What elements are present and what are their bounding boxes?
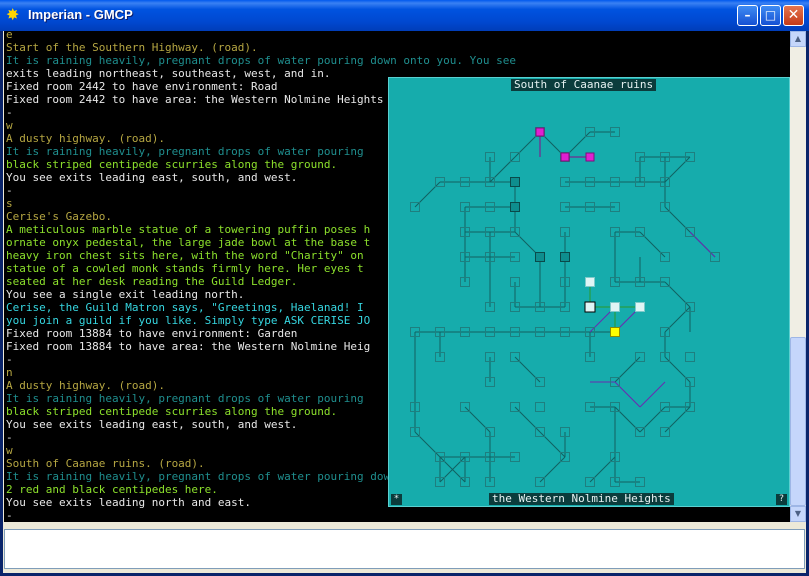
map-room[interactable] [510, 177, 520, 187]
console-line: you join a guild if you like. Simply typ… [6, 314, 371, 327]
mapper-panel[interactable]: South of Caanae ruins * the Western Nolm… [388, 77, 790, 507]
console-line: It is raining heavily, pregnant drops of… [6, 145, 364, 158]
map-room[interactable] [560, 152, 570, 162]
console-line: You see exits leading north and east. [6, 496, 252, 509]
console-line: statue of a cowled monk stands firmly he… [6, 262, 364, 275]
map-area-name: the Western Nolmine Heights [489, 493, 674, 505]
map-room[interactable] [535, 402, 545, 412]
map-exit-link [614, 406, 641, 433]
scroll-down-icon[interactable]: ▼ [790, 506, 806, 522]
window-title: Imperian - GMCP [28, 7, 133, 22]
console-line: Fixed room 13884 to have environment: Ga… [6, 327, 298, 340]
minimize-button[interactable]: – [737, 5, 758, 26]
console-line: black striped centipede scurries along t… [6, 405, 338, 418]
map-exit-link [664, 356, 691, 383]
console-line: ornate onyx pedestal, the large jade bow… [6, 236, 371, 249]
map-exit-link [414, 181, 441, 208]
console-line: A dusty highway. (road). [6, 132, 165, 145]
map-exit-link [664, 306, 691, 333]
console-line: exits leading northeast, southeast, west… [6, 67, 331, 80]
console-line: n [6, 366, 13, 379]
map-exit-link [664, 281, 691, 308]
console-line: A dusty highway. (road). [6, 379, 165, 392]
console-line: w [6, 119, 13, 132]
console-line: It is raining heavily, pregnant drops of… [6, 392, 364, 405]
map-exit-link [614, 356, 641, 383]
console-line: - [6, 184, 13, 197]
map-room[interactable] [535, 127, 545, 137]
console-line: You see a single exit leading north. [6, 288, 245, 301]
map-room[interactable] [585, 152, 595, 162]
map-room[interactable] [635, 302, 645, 312]
scroll-up-icon[interactable]: ▲ [790, 31, 806, 47]
console-line: Start of the Southern Highway. (road). [6, 41, 258, 54]
console-line: heavy iron chest sits here, with the wor… [6, 249, 364, 262]
console-line: w [6, 444, 13, 457]
console-line: - [6, 106, 13, 119]
map-room[interactable] [685, 352, 695, 362]
close-button[interactable]: ✕ [783, 5, 804, 26]
map-room[interactable] [510, 202, 520, 212]
console-line: Cerise's Gazebo. [6, 210, 112, 223]
map-help-button[interactable]: ? [776, 494, 787, 505]
console-line: Fixed room 2442 to have environment: Roa… [6, 80, 278, 93]
map-exit-link [539, 456, 566, 483]
map-room[interactable] [585, 277, 595, 287]
console-line: You see exits leading east, south, and w… [6, 171, 298, 184]
console-line: s [6, 197, 13, 210]
map-room[interactable] [535, 252, 545, 262]
client-area: e Start of the Southern Highway. (road). I… [3, 31, 806, 573]
map-room[interactable] [610, 302, 620, 312]
app-window: ✸ Imperian - GMCP – □ ✕ e Start of the So… [0, 0, 809, 576]
map-exit-link [689, 231, 716, 258]
imperian-icon: ✸ [6, 5, 20, 24]
map-room[interactable] [584, 301, 596, 313]
console-line: e [6, 31, 13, 41]
map-exit-link [589, 456, 616, 483]
console-line: Fixed room 13884 to have area: the Weste… [6, 340, 371, 353]
console-line: A meticulous marble statue of a towering… [6, 223, 371, 236]
console-line: South of Caanae ruins. (road). [6, 457, 205, 470]
map-exit-link [514, 356, 541, 383]
map-exit-link [664, 406, 691, 433]
map-exit-link [464, 406, 491, 433]
scroll-thumb[interactable] [790, 337, 806, 506]
map-exit-link [664, 206, 691, 233]
vertical-scrollbar[interactable]: ▲ ▼ [790, 31, 806, 522]
map-room[interactable] [560, 252, 570, 262]
console-line: Cerise, the Guild Matron says, "Greeting… [6, 301, 364, 314]
console-line: seated at her desk reading the Guild Led… [6, 275, 298, 288]
console-line: It is raining heavily, pregnant drops of… [6, 54, 516, 67]
console-line: 2 red and black centipedes here. [6, 483, 218, 496]
title-bar[interactable]: ✸ Imperian - GMCP – □ ✕ [0, 0, 809, 31]
map-exit-link [639, 406, 666, 433]
map-exit-link [664, 156, 691, 183]
console-line: - [6, 431, 13, 444]
map-room[interactable] [610, 327, 620, 337]
map-room-title: South of Caanae ruins [511, 79, 657, 91]
map-canvas[interactable] [389, 78, 789, 506]
console-line: black striped centipede scurries along t… [6, 158, 338, 171]
map-exit-link [514, 406, 541, 433]
map-exit-link [639, 381, 666, 408]
map-star-button[interactable]: * [391, 494, 402, 505]
console-line: Fixed room 2442 to have area: the Wester… [6, 93, 384, 106]
console-line: - [6, 509, 13, 522]
map-exit-link [639, 231, 666, 258]
map-exit-link [414, 431, 441, 458]
maximize-button[interactable]: □ [760, 5, 781, 26]
console-line: You see exits leading east, south, and w… [6, 418, 298, 431]
map-exit-link [539, 431, 566, 458]
map-exit-link [614, 381, 641, 408]
command-input[interactable] [4, 529, 805, 569]
console-line: - [6, 353, 13, 366]
